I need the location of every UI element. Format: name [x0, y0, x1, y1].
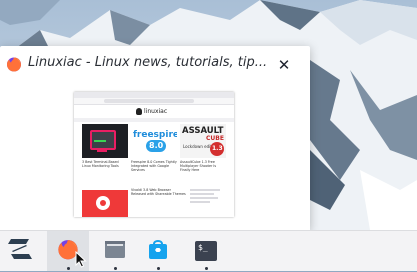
- thumbnail-article-caption: 3 Best Terminal-Based Linux Monitoring T…: [82, 160, 119, 168]
- firefox-icon: [6, 56, 22, 72]
- taskbar: $_: [0, 230, 417, 271]
- taskbar-firefox-button[interactable]: [47, 231, 89, 271]
- folder-icon: [104, 239, 126, 263]
- thumbnail-article-card: freespire 8.0: [131, 124, 177, 158]
- terminal-icon: $_: [195, 241, 217, 261]
- mouse-pointer-icon: [75, 250, 87, 272]
- taskbar-terminal-button[interactable]: $_: [186, 231, 226, 271]
- preview-window-title: Linuxiac - Linux news, tutorials, tip...: [28, 55, 268, 70]
- preview-header: Linuxiac - Linux news, tutorials, tip...…: [0, 46, 310, 82]
- thumbnail-nav-strip: [74, 118, 234, 122]
- penguin-icon: [136, 108, 142, 115]
- zorin-menu-button[interactable]: [0, 231, 40, 271]
- taskbar-files-button[interactable]: [95, 231, 135, 271]
- close-icon[interactable]: ✕: [274, 55, 294, 75]
- thumbnail-article-card: [82, 190, 128, 217]
- taskbar-software-button[interactable]: [138, 231, 178, 271]
- thumbnail-article-caption: Vivaldi 3.8 Web Browser Released with Sh…: [131, 188, 186, 196]
- thumbnail-sidebar: [190, 189, 228, 205]
- zorin-logo-icon: [7, 238, 33, 264]
- thumbnail-article-caption: Freespire 8.0 Comes Tightly Integrated w…: [131, 160, 177, 172]
- thumbnail-article-card: [82, 124, 128, 158]
- software-store-icon: [147, 238, 169, 264]
- thumbnail-site-logo: linuxiac: [136, 107, 172, 116]
- window-thumbnail[interactable]: linuxiac 3 Best Terminal-Based Linux Mon…: [74, 92, 234, 217]
- window-preview-popup[interactable]: Linuxiac - Linux news, tutorials, tip...…: [0, 46, 310, 230]
- thumbnail-address-bar: [74, 98, 234, 105]
- thumbnail-article-caption: AssaultCube 1.3 Free Multiplayer Shooter…: [180, 160, 217, 172]
- thumbnail-article-card: ASSAULT CUBE Lockdown edition 1.3: [180, 124, 226, 158]
